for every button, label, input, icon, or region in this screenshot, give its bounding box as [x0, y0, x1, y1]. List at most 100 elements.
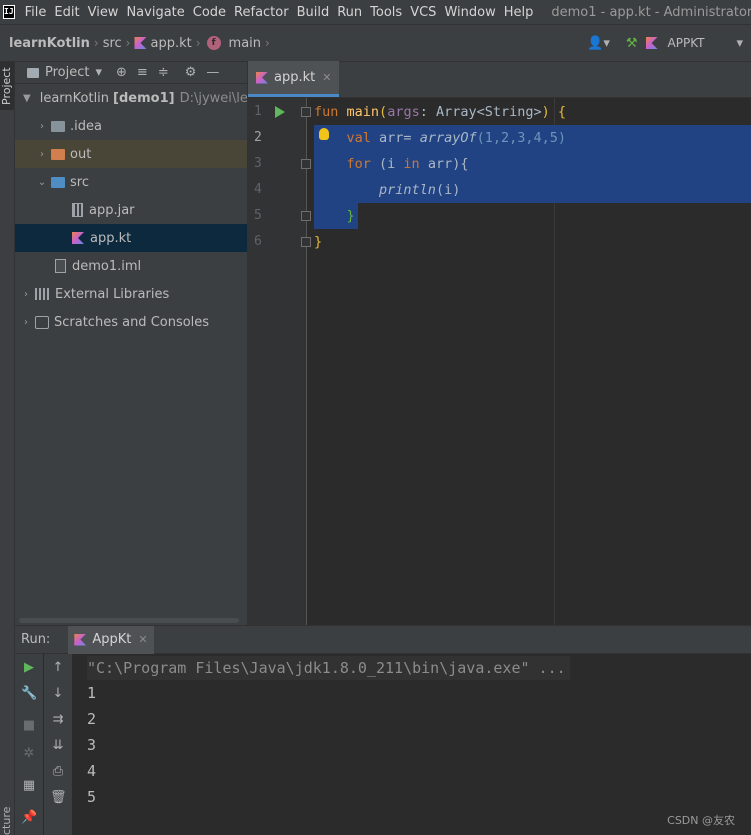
tree-item-external-libraries[interactable]: › External Libraries — [15, 280, 247, 308]
tree-item-root[interactable]: ▼ learnKotlin [demo1] D:\jywei\lear — [15, 84, 247, 112]
debug-settings-icon[interactable]: ✲ — [21, 746, 37, 762]
menu-vcs[interactable]: VCS — [406, 5, 440, 20]
chevron-down-icon[interactable]: ⌄ — [37, 177, 47, 188]
code-token: { — [549, 104, 567, 120]
console-output-line: 5 — [87, 788, 97, 806]
tree-item-app-kt[interactable]: app.kt — [15, 224, 247, 252]
code-token: } — [314, 234, 323, 250]
code-token: (1,2,3,4,5) — [476, 130, 566, 146]
locate-target-icon[interactable]: ⊕ — [116, 65, 127, 80]
trash-icon[interactable]: 🗑 — [50, 790, 67, 806]
tree-item-label: src — [70, 174, 89, 190]
console-output[interactable]: "C:\Program Files\Java\jdk1.8.0_211\bin\… — [73, 654, 751, 835]
stop-icon[interactable]: ■ — [21, 718, 37, 734]
breadcrumb-project[interactable]: learnKotlin — [0, 36, 94, 51]
chevron-right-icon[interactable]: › — [37, 149, 47, 160]
menu-file[interactable]: File — [21, 5, 51, 20]
fold-marker-icon[interactable] — [301, 211, 311, 221]
close-icon[interactable]: ✕ — [322, 71, 331, 84]
tree-item-label: learnKotlin — [39, 90, 110, 106]
kotlin-file-icon — [256, 71, 268, 84]
menu-refactor[interactable]: Refactor — [230, 5, 293, 20]
scroll-up-icon[interactable]: ↑ — [50, 660, 66, 676]
gear-icon[interactable]: ⚙ — [185, 65, 197, 80]
wrench-icon[interactable]: 🔧 — [21, 686, 37, 702]
collapse-all-icon[interactable]: ≑ — [158, 65, 169, 80]
intellij-logo-icon[interactable]: IJ — [3, 5, 15, 19]
console-output-line: 2 — [87, 710, 97, 728]
print-icon[interactable]: ⎙ — [50, 764, 66, 780]
breadcrumb-src[interactable]: src — [99, 36, 126, 51]
folder-icon — [51, 120, 65, 132]
menu-build[interactable]: Build — [293, 5, 334, 20]
breadcrumb-file[interactable]: app.kt — [146, 36, 195, 51]
breadcrumb-function[interactable]: main — [225, 36, 265, 51]
module-name: [demo1] — [113, 90, 175, 106]
code-token: main — [346, 104, 380, 120]
left-tool-stripe: Project — [0, 62, 15, 835]
tree-item-idea[interactable]: › .idea — [15, 112, 247, 140]
code-line-1: fun main(args: Array<String>) { — [314, 99, 566, 125]
project-panel: Project ▾ ⊕ ≡ ≑ ⚙ — ▼ learnKotlin [demo1… — [15, 62, 248, 625]
code-token: (i — [370, 156, 404, 172]
run-configuration-select[interactable]: APPKT — [668, 36, 705, 50]
run-gutter-icon[interactable] — [275, 106, 285, 118]
code-token: (i) — [435, 182, 461, 198]
tree-item-src[interactable]: ⌄ src — [15, 168, 247, 196]
chevron-right-icon[interactable]: › — [21, 289, 31, 300]
kotlin-run-icon — [74, 633, 87, 646]
run-config-dropdown-icon[interactable]: ▾ — [736, 36, 743, 51]
user-dropdown-icon[interactable]: 👤▾ — [587, 36, 610, 51]
run-panel-header: Run: AppKt ✕ — [15, 625, 751, 654]
horizontal-scrollbar[interactable] — [19, 618, 239, 623]
menu-view[interactable]: View — [84, 5, 123, 20]
code-token: fun — [314, 104, 339, 120]
menu-code[interactable]: Code — [189, 5, 230, 20]
line-number: 5 — [254, 208, 262, 223]
tree-item-scratches[interactable]: › Scratches and Consoles — [15, 308, 247, 336]
dropdown-arrow-icon[interactable]: ▾ — [95, 65, 102, 80]
project-tool-tab[interactable]: Project — [0, 62, 14, 110]
chevron-down-icon[interactable]: ▼ — [23, 93, 31, 104]
tree-item-label: out — [70, 146, 92, 162]
code-editor[interactable]: 1 2 3 4 5 6 fun main(args: Array<String>… — [248, 98, 751, 625]
code-line-3: for (i in arr){ — [314, 151, 469, 177]
jar-file-icon — [72, 203, 83, 217]
project-view-selector[interactable]: Project — [45, 65, 89, 80]
tree-item-out[interactable]: › out — [15, 140, 247, 168]
window-title: demo1 - app.kt - Administrator — [551, 4, 751, 20]
close-icon[interactable]: ✕ — [138, 633, 147, 646]
breadcrumb-separator-icon: › — [125, 36, 131, 50]
soft-wrap-icon[interactable]: ⇉ — [50, 712, 66, 728]
hide-panel-icon[interactable]: — — [206, 65, 219, 80]
function-icon: f — [206, 36, 221, 50]
chevron-right-icon[interactable]: › — [21, 317, 31, 328]
chevron-right-icon[interactable]: › — [37, 121, 47, 132]
scroll-to-end-icon[interactable]: ⇊ — [50, 738, 66, 754]
tree-item-demo1-iml[interactable]: demo1.iml — [15, 252, 247, 280]
menu-window[interactable]: Window — [440, 5, 499, 20]
layout-icon[interactable]: ▦ — [21, 778, 37, 794]
tree-item-app-jar[interactable]: app.jar — [15, 196, 247, 224]
tree-item-label: .idea — [70, 118, 102, 134]
code-token: in — [403, 156, 420, 172]
line-number: 3 — [254, 156, 262, 171]
fold-marker-icon[interactable] — [301, 107, 311, 117]
menu-run[interactable]: Run — [333, 5, 366, 20]
run-tab-appkt[interactable]: AppKt ✕ — [68, 625, 154, 654]
build-hammer-icon[interactable]: ⚒ — [626, 36, 638, 51]
menu-tools[interactable]: Tools — [366, 5, 406, 20]
scroll-down-icon[interactable]: ↓ — [50, 686, 66, 702]
fold-marker-icon[interactable] — [301, 159, 311, 169]
menu-navigate[interactable]: Navigate — [122, 5, 188, 20]
menu-help[interactable]: Help — [500, 5, 538, 20]
menu-edit[interactable]: Edit — [50, 5, 83, 20]
tree-item-label: demo1.iml — [72, 258, 142, 274]
editor-tab-app-kt[interactable]: app.kt ✕ — [248, 61, 340, 97]
fold-marker-icon[interactable] — [301, 237, 311, 247]
structure-tool-tab[interactable]: cture — [0, 805, 14, 835]
pin-icon[interactable]: 📌 — [21, 810, 37, 826]
rerun-icon[interactable]: ▶ — [21, 660, 37, 676]
expand-all-icon[interactable]: ≡ — [137, 65, 148, 80]
project-path: D:\jywei\lear — [179, 90, 247, 106]
